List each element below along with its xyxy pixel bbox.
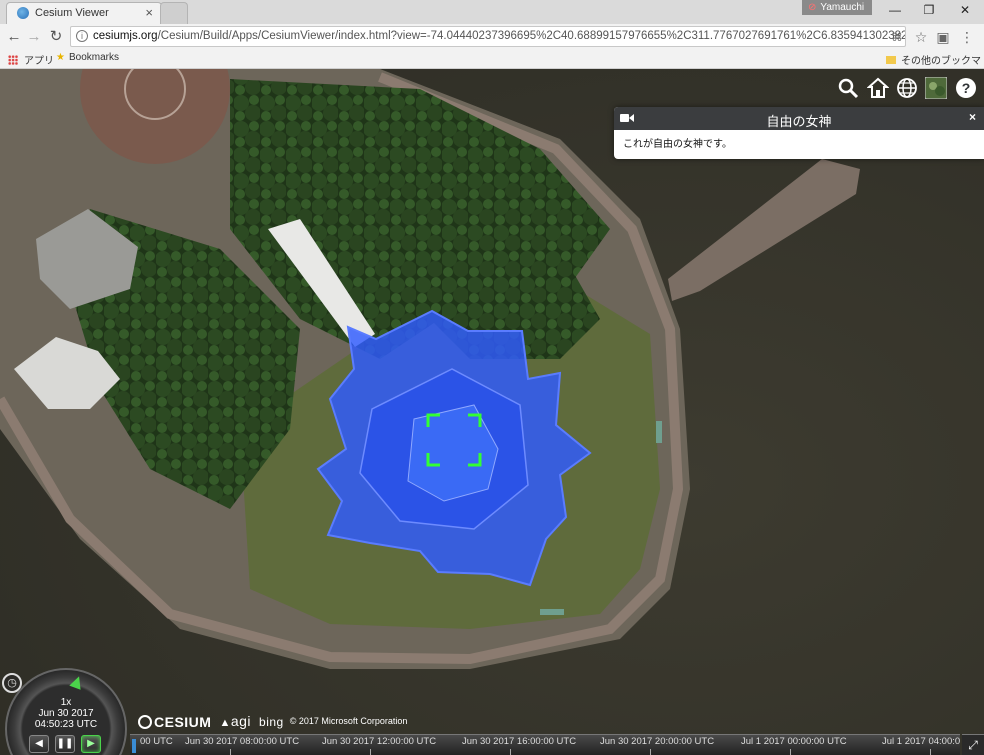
fullscreen-button[interactable]: ⤢ (962, 734, 984, 755)
agi-logo-icon: ▲ (219, 717, 231, 729)
home-button[interactable] (865, 77, 891, 103)
bing-logo[interactable]: bing (259, 715, 284, 729)
folder-icon (886, 56, 896, 64)
tab-title: Cesium Viewer (35, 7, 109, 19)
url-path: /Cesium/Build/Apps/CesiumViewer/index.ht… (157, 30, 906, 42)
help-icon: ? (956, 78, 976, 98)
browser-toolbar: ← → ↻ i cesiumjs.org/Cesium/Build/Apps/C… (0, 24, 984, 49)
browser-tab-active[interactable]: Cesium Viewer × (6, 2, 162, 24)
imagery-copyright: © 2017 Microsoft Corporation (289, 716, 408, 727)
cesium-logo[interactable]: CESIUM (138, 714, 211, 730)
animation-widget: 1x Jun 30 2017 04:50:23 UTC ◀ ❚❚ ▶ (5, 668, 127, 755)
site-info-icon[interactable]: i (76, 30, 88, 42)
timeline-label: Jul 1 2017 00:00:00 UTC (741, 736, 847, 747)
bookmark-folder-label: Bookmarks (68, 52, 119, 63)
translate-icon[interactable]: ⌘ (888, 29, 906, 47)
base-layer-picker-button[interactable] (923, 76, 949, 103)
play-reverse-button[interactable]: ◀ (29, 735, 49, 753)
timeline-tick (370, 749, 371, 755)
cesium-logo-text: CESIUM (154, 714, 212, 730)
timeline-tick (790, 749, 791, 755)
fullscreen-icon: ⤢ (968, 738, 978, 752)
timeline-tick (510, 749, 511, 755)
forward-icon[interactable]: → (24, 27, 44, 47)
timeline[interactable]: 00 UTC Jun 30 2017 08:00:00 UTC Jun 30 2… (130, 734, 960, 755)
bookmarks-bar: アプリ ★Bookmarks その他のブックマーク (0, 49, 984, 82)
timeline-tick (650, 749, 651, 755)
window-close-button[interactable]: ✕ (948, 0, 982, 20)
profile-name: Yamauchi (820, 2, 865, 13)
agi-logo[interactable]: ▲agi (219, 713, 251, 729)
info-box-description: これが自由の女神です。 (623, 139, 732, 150)
info-box: 自由の女神 × これが自由の女神です。 (614, 107, 984, 159)
aerial-map-scene[interactable] (0, 69, 984, 755)
url-host: cesiumjs.org (93, 30, 158, 42)
profile-badge[interactable]: ⊘ Yamauchi (802, 0, 872, 15)
tab-close-icon[interactable]: × (145, 5, 153, 20)
timeline-needle[interactable] (132, 739, 136, 753)
timeline-tick (230, 749, 231, 755)
timeline-label: Jun 30 2017 20:00:00 UTC (600, 736, 715, 747)
reload-icon[interactable]: ↻ (46, 27, 66, 47)
bookmark-apps-label: アプリ (24, 56, 54, 67)
animation-speed: 1x (60, 697, 72, 708)
timeline-label: Jul 1 2017 04:00:0 (882, 736, 960, 747)
star-icon: ★ (56, 52, 65, 63)
browser-tab-strip: Cesium Viewer × ⊘ Yamauchi — ❐ ✕ (0, 0, 984, 24)
home-icon (866, 77, 890, 98)
apps-grid-icon (8, 55, 18, 65)
address-bar[interactable]: i cesiumjs.org/Cesium/Build/Apps/CesiumV… (70, 26, 906, 47)
timeline-label: Jun 30 2017 16:00:00 UTC (462, 736, 577, 747)
info-box-close-icon[interactable]: × (969, 110, 976, 124)
svg-text:?: ? (962, 80, 971, 96)
bookmark-star-icon[interactable]: ☆ (912, 28, 930, 46)
dock-marker (656, 421, 662, 443)
cesium-viewer[interactable]: ? 自由の女神 × これが自由の女神です。 ◷ 1x Jun 30 2017 0… (0, 69, 984, 755)
globe-icon (897, 78, 917, 98)
timeline-label: Jun 30 2017 08:00:00 UTC (185, 736, 300, 747)
info-box-header: 自由の女神 × (614, 107, 984, 130)
pause-icon: ❚❚ (56, 738, 74, 749)
profile-icon: ⊘ (808, 2, 817, 13)
animation-time: 04:50:23 UTC (34, 719, 98, 730)
info-box-title: 自由の女神 (766, 114, 832, 129)
bookmark-apps[interactable]: アプリ (8, 52, 54, 67)
navigation-help-button[interactable]: ? (953, 77, 979, 103)
new-tab-button[interactable] (160, 2, 188, 24)
timeline-label: 00 UTC (140, 736, 173, 747)
restore-button[interactable]: ❐ (912, 0, 946, 20)
play-forward-icon: ▶ (87, 738, 95, 749)
bookmark-folder[interactable]: ★ Bookmarks (56, 52, 119, 63)
play-forward-button[interactable]: ▶ (81, 735, 101, 753)
agi-logo-text: agi (230, 713, 252, 729)
play-reverse-icon: ◀ (35, 738, 43, 749)
search-icon (838, 78, 859, 99)
extension-icon[interactable]: ▣ (934, 28, 952, 46)
animation-date: Jun 30 2017 (38, 708, 94, 719)
pause-button[interactable]: ❚❚ (55, 735, 75, 753)
browser-menu-icon[interactable]: ⋮ (958, 28, 976, 46)
timeline-label: Jun 30 2017 12:00:00 UTC (322, 736, 437, 747)
cesium-logo-icon (138, 715, 152, 729)
dock-marker-south (540, 609, 564, 615)
cesium-favicon-icon (17, 7, 29, 19)
scene-mode-button[interactable] (894, 77, 920, 103)
minimize-button[interactable]: — (878, 0, 912, 20)
imagery-layer-icon (924, 76, 948, 100)
geocoder-search-button[interactable] (835, 77, 861, 103)
back-icon[interactable]: ← (4, 27, 24, 47)
timeline-tick (930, 749, 931, 755)
credits-bar: CESIUM ▲agi bing © 2017 Microsoft Corporati… (138, 712, 407, 730)
bing-logo-text: bing (259, 715, 284, 729)
